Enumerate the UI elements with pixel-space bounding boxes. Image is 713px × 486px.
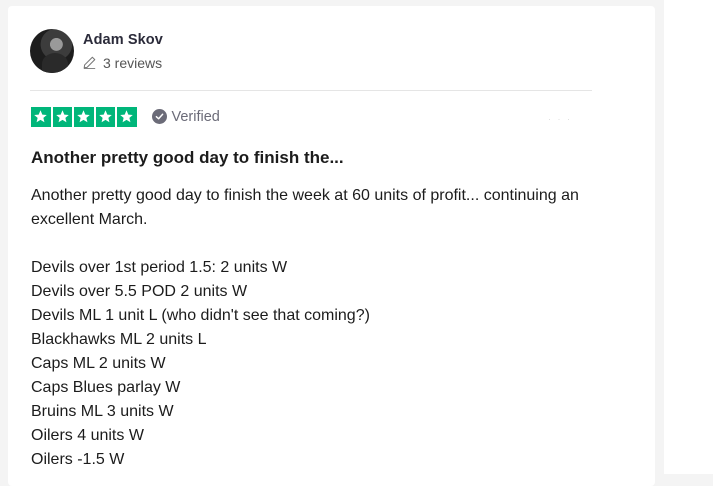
review-body: Another pretty good day to finish the we… [31,184,641,472]
checkmark-icon [151,109,167,124]
header-divider [30,90,592,91]
review-intro: Another pretty good day to finish the we… [31,187,579,228]
star-icon [117,106,137,127]
review-line: Oilers 4 units W [31,427,144,444]
reviewer-header[interactable]: Adam Skov 3 reviews [30,28,163,74]
reviewer-name[interactable]: Adam Skov [83,32,163,48]
review-line: Caps Blues parlay W [31,379,181,396]
review-date-faint: · · · [548,114,572,124]
review-card: Adam Skov 3 reviews Verified · · · Anoth… [8,6,655,486]
review-line: Bruins ML 3 units W [31,403,174,420]
review-line: Devils over 1st period 1.5: 2 units W [31,259,288,276]
reviewer-info: Adam Skov 3 reviews [83,32,163,71]
review-line: Blackhawks ML 2 units L [31,331,207,348]
avatar[interactable] [30,29,74,73]
reviews-count: 3 reviews [103,54,163,71]
star-icon [52,106,72,127]
verified-badge[interactable]: Verified [151,108,220,125]
review-line: Oilers -1.5 W [31,451,125,468]
reviews-count-row: 3 reviews [83,55,163,71]
rating-row: Verified [31,106,220,127]
review-title[interactable]: Another pretty good day to finish the... [31,148,344,168]
star-icon [95,106,115,127]
star-icon [31,106,51,127]
star-icon [74,106,94,127]
review-line: Devils ML 1 unit L (who didn't see that … [31,307,370,324]
review-line: Caps ML 2 units W [31,355,166,372]
background-panel-strip [664,0,713,474]
star-rating [31,106,137,127]
verified-label: Verified [171,108,220,125]
review-line: Devils over 5.5 POD 2 units W [31,283,248,300]
pencil-icon [83,56,96,69]
